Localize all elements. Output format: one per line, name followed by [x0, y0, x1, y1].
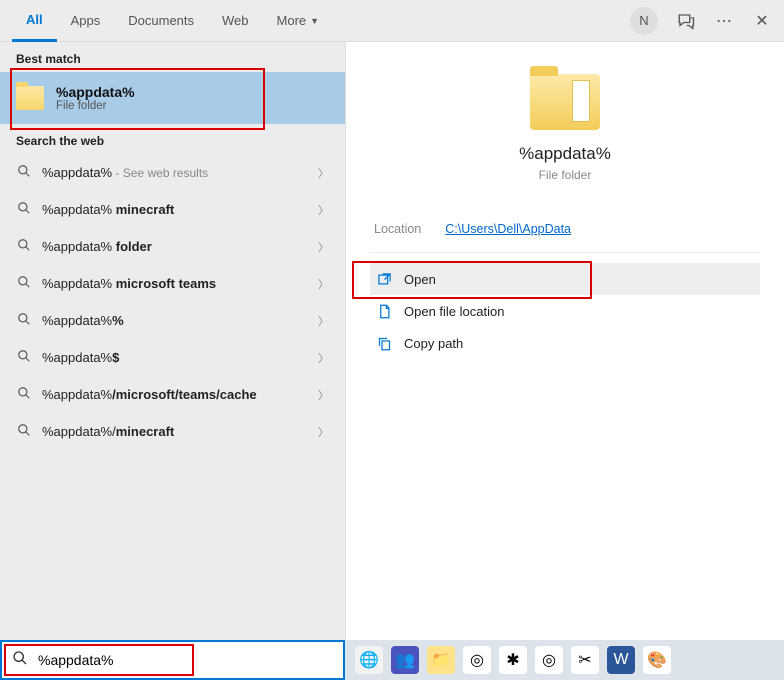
action-open-file-location[interactable]: Open file location: [370, 295, 760, 327]
web-result-item[interactable]: %appdata%% 〉: [0, 302, 345, 339]
header: All Apps Documents Web More▼ N ⋯ ✕: [0, 0, 784, 42]
action-label: Open: [404, 272, 436, 287]
slack-icon[interactable]: ✱: [499, 646, 527, 674]
search-icon: [16, 164, 32, 181]
web-result-item[interactable]: %appdata%$ 〉: [0, 339, 345, 376]
web-result-text: %appdata%$: [42, 350, 308, 365]
taskbar: 🌐 👥 📁 ◎ ✱ ◎ ✂ W 🎨: [0, 640, 784, 680]
tab-web[interactable]: Web: [208, 0, 263, 42]
results-list: Best match %appdata% File folder Search …: [0, 42, 345, 640]
file-location-icon: [376, 303, 392, 319]
chevron-right-icon: 〉: [318, 387, 329, 403]
chrome-icon[interactable]: ◎: [463, 646, 491, 674]
best-match-title: %appdata%: [56, 84, 135, 100]
feedback-icon[interactable]: [676, 11, 696, 31]
close-icon[interactable]: ✕: [752, 11, 772, 31]
web-result-item[interactable]: %appdata% folder 〉: [0, 228, 345, 265]
preview-pane: %appdata% File folder Location C:\Users\…: [345, 42, 784, 640]
tab-more[interactable]: More▼: [263, 0, 334, 42]
search-icon: [16, 238, 32, 255]
search-icon: [16, 312, 32, 329]
web-result-item[interactable]: %appdata% minecraft 〉: [0, 191, 345, 228]
search-icon: [16, 423, 32, 440]
chevron-right-icon: 〉: [318, 313, 329, 329]
search-icon: [12, 650, 28, 671]
open-icon: [376, 271, 392, 287]
chevron-right-icon: 〉: [318, 239, 329, 255]
tabs: All Apps Documents Web More▼: [12, 0, 333, 42]
web-result-item[interactable]: %appdata%/microsoft/teams/cache 〉: [0, 376, 345, 413]
web-result-item[interactable]: %appdata% - See web results 〉: [0, 154, 345, 191]
more-icon[interactable]: ⋯: [714, 11, 734, 31]
chevron-right-icon: 〉: [318, 165, 329, 181]
best-match-subtitle: File folder: [56, 100, 135, 112]
action-label: Copy path: [404, 336, 463, 351]
action-label: Open file location: [404, 304, 504, 319]
search-input[interactable]: [38, 652, 333, 668]
action-open[interactable]: Open: [370, 263, 760, 295]
web-result-text: %appdata% minecraft: [42, 202, 308, 217]
search-panel: All Apps Documents Web More▼ N ⋯ ✕ Best …: [0, 0, 784, 640]
chrome2-icon[interactable]: ◎: [535, 646, 563, 674]
tab-all[interactable]: All: [12, 0, 57, 42]
chevron-down-icon: ▼: [310, 16, 319, 26]
chevron-right-icon: 〉: [318, 350, 329, 366]
word-icon[interactable]: W: [607, 646, 635, 674]
folder-large-icon: [530, 74, 600, 130]
web-result-text: %appdata% - See web results: [42, 165, 308, 180]
web-result-text: %appdata% microsoft teams: [42, 276, 308, 291]
location-value[interactable]: C:\Users\Dell\AppData: [445, 222, 571, 236]
web-result-item[interactable]: %appdata%/minecraft 〉: [0, 413, 345, 450]
teams-icon[interactable]: 👥: [391, 646, 419, 674]
search-web-label: Search the web: [0, 124, 345, 154]
best-match-item[interactable]: %appdata% File folder: [0, 72, 345, 124]
chevron-right-icon: 〉: [318, 202, 329, 218]
best-match-label: Best match: [0, 42, 345, 72]
web-result-text: %appdata%/minecraft: [42, 424, 308, 439]
copy-path-icon: [376, 335, 392, 351]
search-icon: [16, 201, 32, 218]
search-icon: [16, 386, 32, 403]
web-result-text: %appdata%%: [42, 313, 308, 328]
web-result-text: %appdata%/microsoft/teams/cache: [42, 387, 308, 402]
folder-icon: [16, 86, 44, 110]
paint-icon[interactable]: 🎨: [643, 646, 671, 674]
search-icon: [16, 275, 32, 292]
tab-documents[interactable]: Documents: [114, 0, 208, 42]
tab-apps[interactable]: Apps: [57, 0, 115, 42]
snip-icon[interactable]: ✂: [571, 646, 599, 674]
chevron-right-icon: 〉: [318, 424, 329, 440]
web-result-item[interactable]: %appdata% microsoft teams 〉: [0, 265, 345, 302]
search-box[interactable]: [0, 640, 345, 680]
avatar[interactable]: N: [630, 7, 658, 35]
explorer-icon[interactable]: 📁: [427, 646, 455, 674]
edge-icon[interactable]: 🌐: [355, 646, 383, 674]
chevron-right-icon: 〉: [318, 276, 329, 292]
web-result-text: %appdata% folder: [42, 239, 308, 254]
location-label: Location: [374, 222, 421, 236]
preview-subtitle: File folder: [370, 168, 760, 182]
highlight-box: [10, 68, 265, 130]
search-icon: [16, 349, 32, 366]
action-copy-path[interactable]: Copy path: [370, 327, 760, 359]
preview-title: %appdata%: [370, 144, 760, 164]
